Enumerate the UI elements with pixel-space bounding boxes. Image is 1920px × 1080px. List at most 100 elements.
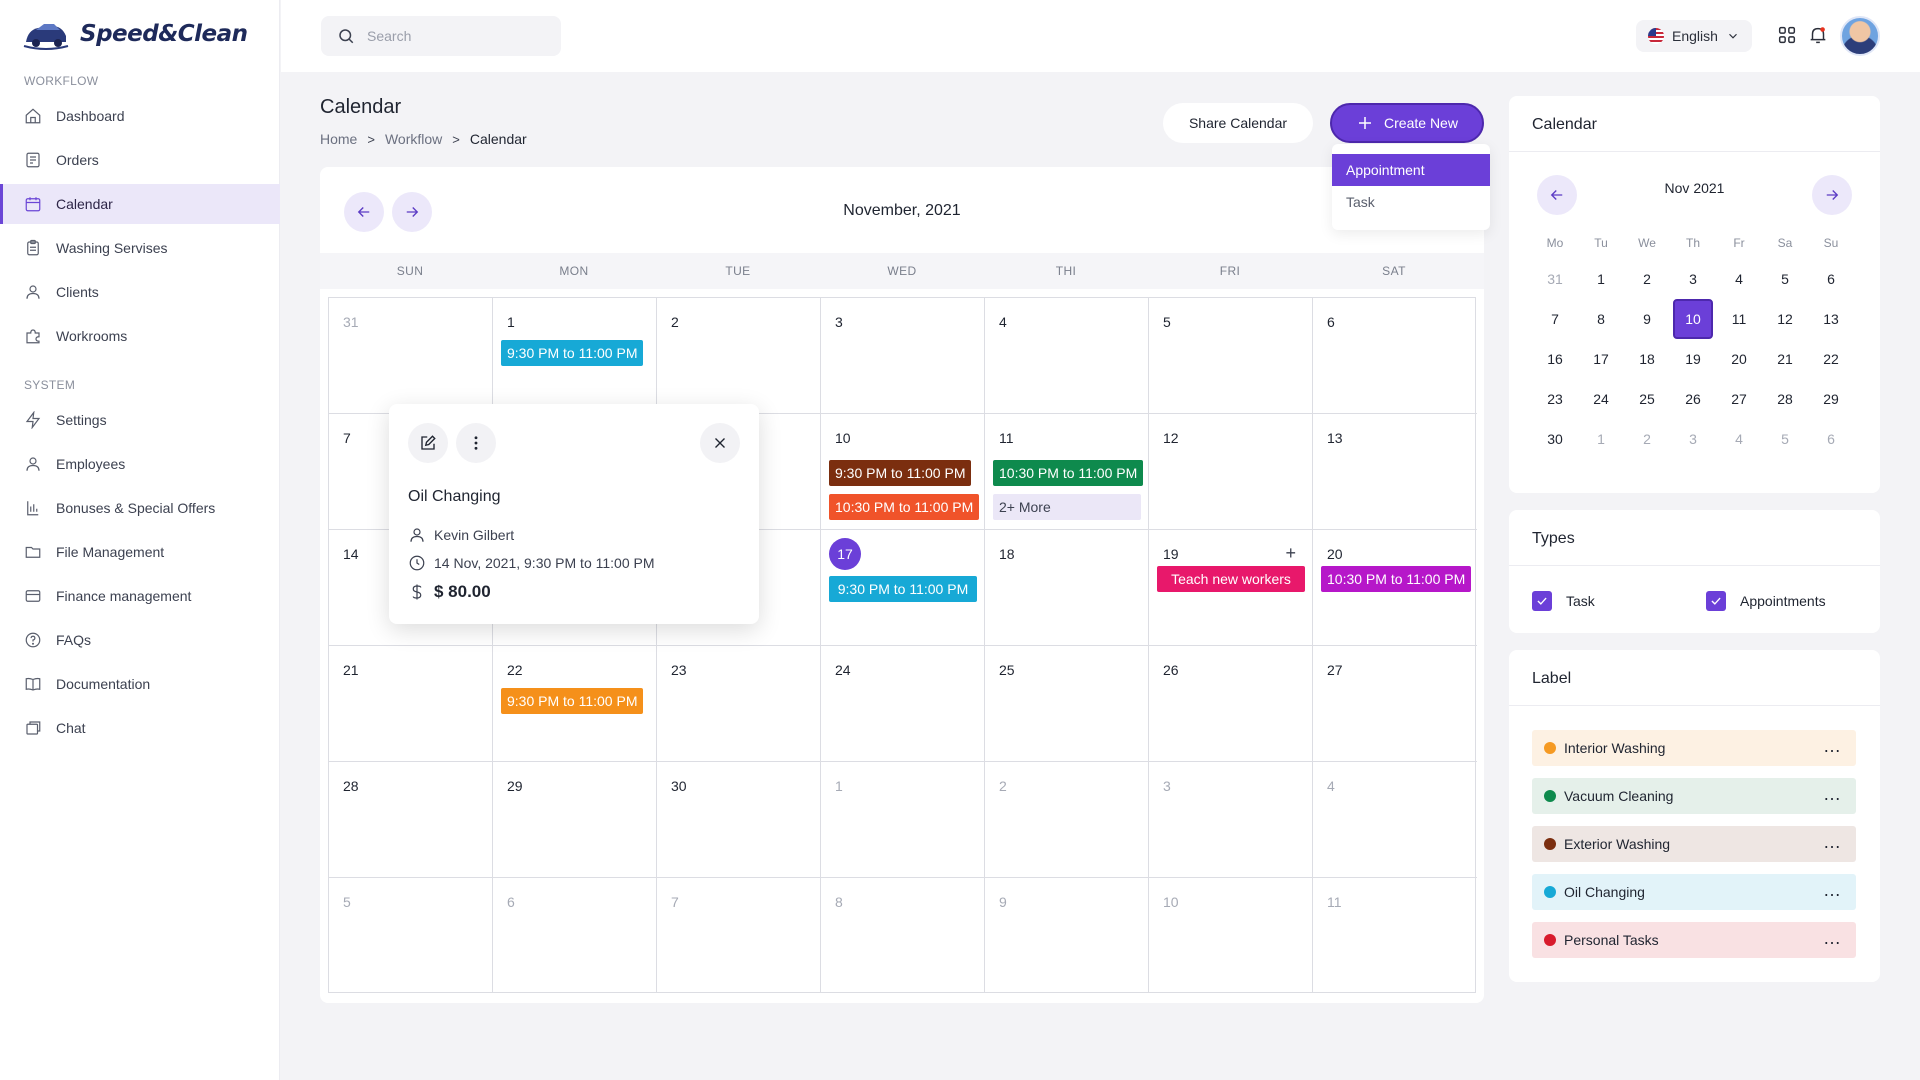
mini-day[interactable]: 4 (1719, 259, 1759, 299)
more-horizontal-icon[interactable]: … (1823, 833, 1842, 851)
breadcrumb-workflow[interactable]: Workflow (385, 131, 442, 147)
sidebar-item-documentation[interactable]: Documentation (0, 664, 280, 704)
checkbox-checked-icon[interactable] (1706, 591, 1726, 611)
brand[interactable]: Speed&Clean (22, 16, 248, 52)
sidebar-item-bonuses[interactable]: Bonuses & Special Offers (0, 488, 280, 528)
apps-grid-icon[interactable] (1776, 24, 1798, 46)
label-item[interactable]: Exterior Washing… (1532, 826, 1856, 862)
day-cell[interactable]: 20 10:30 PM to 11:00 PM (1313, 530, 1477, 646)
mini-day[interactable]: 30 (1535, 419, 1575, 459)
day-cell[interactable]: 3 (1149, 762, 1313, 878)
event-chip[interactable]: Teach new workers (1157, 566, 1305, 592)
mini-day[interactable]: 8 (1581, 299, 1621, 339)
more-events-link[interactable]: 2+ More (993, 494, 1141, 520)
mini-day[interactable]: 18 (1627, 339, 1667, 379)
label-item[interactable]: Oil Changing… (1532, 874, 1856, 910)
sidebar-item-faqs[interactable]: FAQs (0, 620, 280, 660)
day-cell[interactable]: 5 (1149, 298, 1313, 414)
day-cell[interactable]: 6 (493, 878, 657, 992)
search-input[interactable] (367, 28, 527, 44)
share-calendar-button[interactable]: Share Calendar (1163, 103, 1313, 143)
sidebar-item-file-management[interactable]: File Management (0, 532, 280, 572)
sidebar-item-chat[interactable]: Chat (0, 708, 280, 748)
mini-day[interactable]: 2 (1627, 259, 1667, 299)
day-cell[interactable]: 1 (821, 762, 985, 878)
day-cell[interactable]: 19 + Teach new workers (1149, 530, 1313, 646)
day-cell[interactable]: 31 (329, 298, 493, 414)
label-item[interactable]: Personal Tasks… (1532, 922, 1856, 958)
sidebar-item-employees[interactable]: Employees (0, 444, 280, 484)
checkbox-checked-icon[interactable] (1532, 591, 1552, 611)
day-cell[interactable]: 12 (1149, 414, 1313, 530)
more-horizontal-icon[interactable]: … (1823, 785, 1842, 803)
day-cell[interactable]: 28 (329, 762, 493, 878)
sidebar-item-settings[interactable]: Settings (0, 400, 280, 440)
add-event-icon[interactable]: + (1285, 544, 1296, 562)
day-cell[interactable]: 3 (821, 298, 985, 414)
mini-day[interactable]: 4 (1719, 419, 1759, 459)
event-chip[interactable]: 9:30 PM to 11:00 PM (501, 340, 644, 366)
day-cell[interactable]: 29 (493, 762, 657, 878)
event-chip[interactable]: 9:30 PM to 11:00 PM (501, 688, 644, 714)
sidebar-item-clients[interactable]: Clients (0, 272, 280, 312)
mini-day[interactable]: 1 (1581, 259, 1621, 299)
event-chip[interactable]: 9:30 PM to 11:00 PM (829, 460, 972, 486)
day-cell[interactable]: 11 10:30 PM to 11:00 PM 2+ More (985, 414, 1149, 530)
day-cell[interactable]: 18 (985, 530, 1149, 646)
event-chip[interactable]: 9:30 PM to 11:00 PM (829, 576, 977, 602)
mini-day[interactable]: 20 (1719, 339, 1759, 379)
day-cell[interactable]: 2 (657, 298, 821, 414)
mini-day[interactable]: 6 (1811, 259, 1851, 299)
mini-day[interactable]: 31 (1535, 259, 1575, 299)
mini-day[interactable]: 29 (1811, 379, 1851, 419)
search-box[interactable] (321, 16, 561, 56)
day-cell[interactable]: 13 (1313, 414, 1477, 530)
edit-button[interactable] (408, 423, 448, 463)
day-cell[interactable]: 6 (1313, 298, 1477, 414)
menu-item-appointment[interactable]: Appointment (1332, 154, 1490, 186)
sidebar-item-washing-services[interactable]: Washing Servises (0, 228, 280, 268)
mini-day[interactable]: 2 (1627, 419, 1667, 459)
notification-bell-icon[interactable] (1807, 24, 1829, 46)
day-cell[interactable]: 2 (985, 762, 1149, 878)
day-cell[interactable]: 10 (1149, 878, 1313, 992)
mini-day[interactable]: 6 (1811, 419, 1851, 459)
create-new-button[interactable]: Create New (1330, 103, 1484, 143)
mini-day[interactable]: 3 (1673, 419, 1713, 459)
day-cell[interactable]: 7 (657, 878, 821, 992)
mini-day[interactable]: 7 (1535, 299, 1575, 339)
close-button[interactable] (700, 423, 740, 463)
mini-day[interactable]: 21 (1765, 339, 1805, 379)
day-cell[interactable]: 11 (1313, 878, 1477, 992)
type-filter-appointments[interactable]: Appointments (1706, 591, 1826, 611)
event-chip[interactable]: 10:30 PM to 11:00 PM (1321, 566, 1472, 592)
mini-day[interactable]: 27 (1719, 379, 1759, 419)
day-cell[interactable]: 21 (329, 646, 493, 762)
event-chip[interactable]: 10:30 PM to 11:00 PM (829, 494, 980, 520)
day-cell[interactable]: 1 9:30 PM to 11:00 PM (493, 298, 657, 414)
more-horizontal-icon[interactable]: … (1823, 929, 1842, 947)
day-cell[interactable]: 5 (329, 878, 493, 992)
mini-day[interactable]: 1 (1581, 419, 1621, 459)
label-item[interactable]: Vacuum Cleaning… (1532, 778, 1856, 814)
day-cell[interactable]: 26 (1149, 646, 1313, 762)
menu-item-task[interactable]: Task (1332, 186, 1490, 218)
mini-day[interactable]: 12 (1765, 299, 1805, 339)
sidebar-item-finance[interactable]: Finance management (0, 576, 280, 616)
day-cell[interactable]: 4 (1313, 762, 1477, 878)
avatar[interactable] (1840, 16, 1880, 56)
label-item[interactable]: Interior Washing… (1532, 730, 1856, 766)
sidebar-item-orders[interactable]: Orders (0, 140, 280, 180)
mini-day[interactable]: 5 (1765, 259, 1805, 299)
day-cell[interactable]: 23 (657, 646, 821, 762)
day-cell[interactable]: 27 (1313, 646, 1477, 762)
mini-day[interactable]: 19 (1673, 339, 1713, 379)
mini-day[interactable]: 28 (1765, 379, 1805, 419)
mini-day[interactable]: 3 (1673, 259, 1713, 299)
mini-day[interactable]: 23 (1535, 379, 1575, 419)
language-selector[interactable]: English (1636, 20, 1752, 52)
more-horizontal-icon[interactable]: … (1823, 737, 1842, 755)
more-horizontal-icon[interactable]: … (1823, 881, 1842, 899)
mini-day[interactable]: 25 (1627, 379, 1667, 419)
breadcrumb-home[interactable]: Home (320, 131, 357, 147)
